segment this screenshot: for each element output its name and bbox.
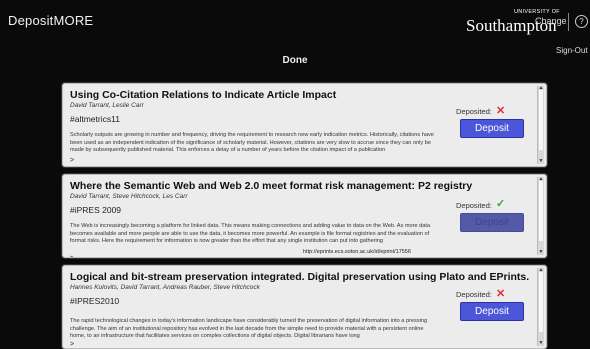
top-bar: DepositMORE UNIVERSITY OF Southampton Ch… bbox=[0, 0, 590, 70]
scrollbar[interactable]: ▲ ▼ bbox=[537, 86, 544, 164]
cross-icon: ✕ bbox=[496, 105, 506, 117]
list-item: Using Co-Citation Relations to Indicate … bbox=[62, 83, 547, 167]
scroll-thumb[interactable] bbox=[539, 181, 543, 241]
status-heading: Done bbox=[282, 55, 308, 66]
scroll-thumb[interactable] bbox=[539, 272, 543, 332]
eprint-link[interactable]: http://eprints.ecs.soton.ac.uk/id/eprint… bbox=[303, 249, 411, 255]
item-authors: David Tarrant, Steve Hitchcock, Les Carr bbox=[70, 193, 188, 200]
scroll-down-icon[interactable]: ▼ bbox=[538, 250, 544, 255]
item-title: Logical and bit-stream preservation inte… bbox=[70, 271, 530, 283]
header-divider bbox=[568, 13, 569, 31]
app-title: DepositMORE bbox=[8, 13, 94, 28]
scroll-thumb[interactable] bbox=[539, 90, 543, 150]
scrollbar[interactable]: ▲ ▼ bbox=[537, 268, 544, 346]
item-abstract: Scholarly outputs are growing in number … bbox=[70, 132, 434, 154]
logo-subtitle: UNIVERSITY OF bbox=[514, 9, 560, 15]
deposited-label: Deposited: bbox=[456, 290, 492, 299]
scrollbar[interactable]: ▲ ▼ bbox=[537, 177, 544, 255]
sign-out-link[interactable]: Sign-Out bbox=[556, 46, 588, 55]
deposit-button-disabled: Deposit bbox=[460, 213, 524, 232]
expand-marker[interactable]: > bbox=[70, 157, 74, 164]
item-title: Using Co-Citation Relations to Indicate … bbox=[70, 89, 337, 101]
deposit-button[interactable]: Deposit bbox=[460, 119, 524, 138]
expand-marker[interactable]: > bbox=[70, 255, 74, 257]
cross-icon: ✕ bbox=[496, 288, 506, 300]
scroll-down-icon[interactable]: ▼ bbox=[538, 341, 544, 346]
scroll-down-icon[interactable]: ▼ bbox=[538, 159, 544, 164]
item-abstract: The Web is increasingly becoming a platf… bbox=[70, 223, 431, 245]
item-title: Where the Semantic Web and Web 2.0 meet … bbox=[70, 180, 473, 192]
expand-marker[interactable]: > bbox=[70, 341, 74, 348]
list-item: Logical and bit-stream preservation inte… bbox=[62, 265, 547, 349]
change-link[interactable]: Change bbox=[535, 16, 567, 26]
item-abstract: The rapid technological changes in today… bbox=[70, 318, 428, 340]
deposit-button[interactable]: Deposit bbox=[460, 302, 524, 321]
deposited-label: Deposited: bbox=[456, 201, 492, 210]
list-item: Where the Semantic Web and Web 2.0 meet … bbox=[62, 174, 547, 258]
deposited-label: Deposited: bbox=[456, 107, 492, 116]
help-icon[interactable]: ? bbox=[575, 15, 588, 28]
check-icon: ✓ bbox=[496, 198, 506, 210]
